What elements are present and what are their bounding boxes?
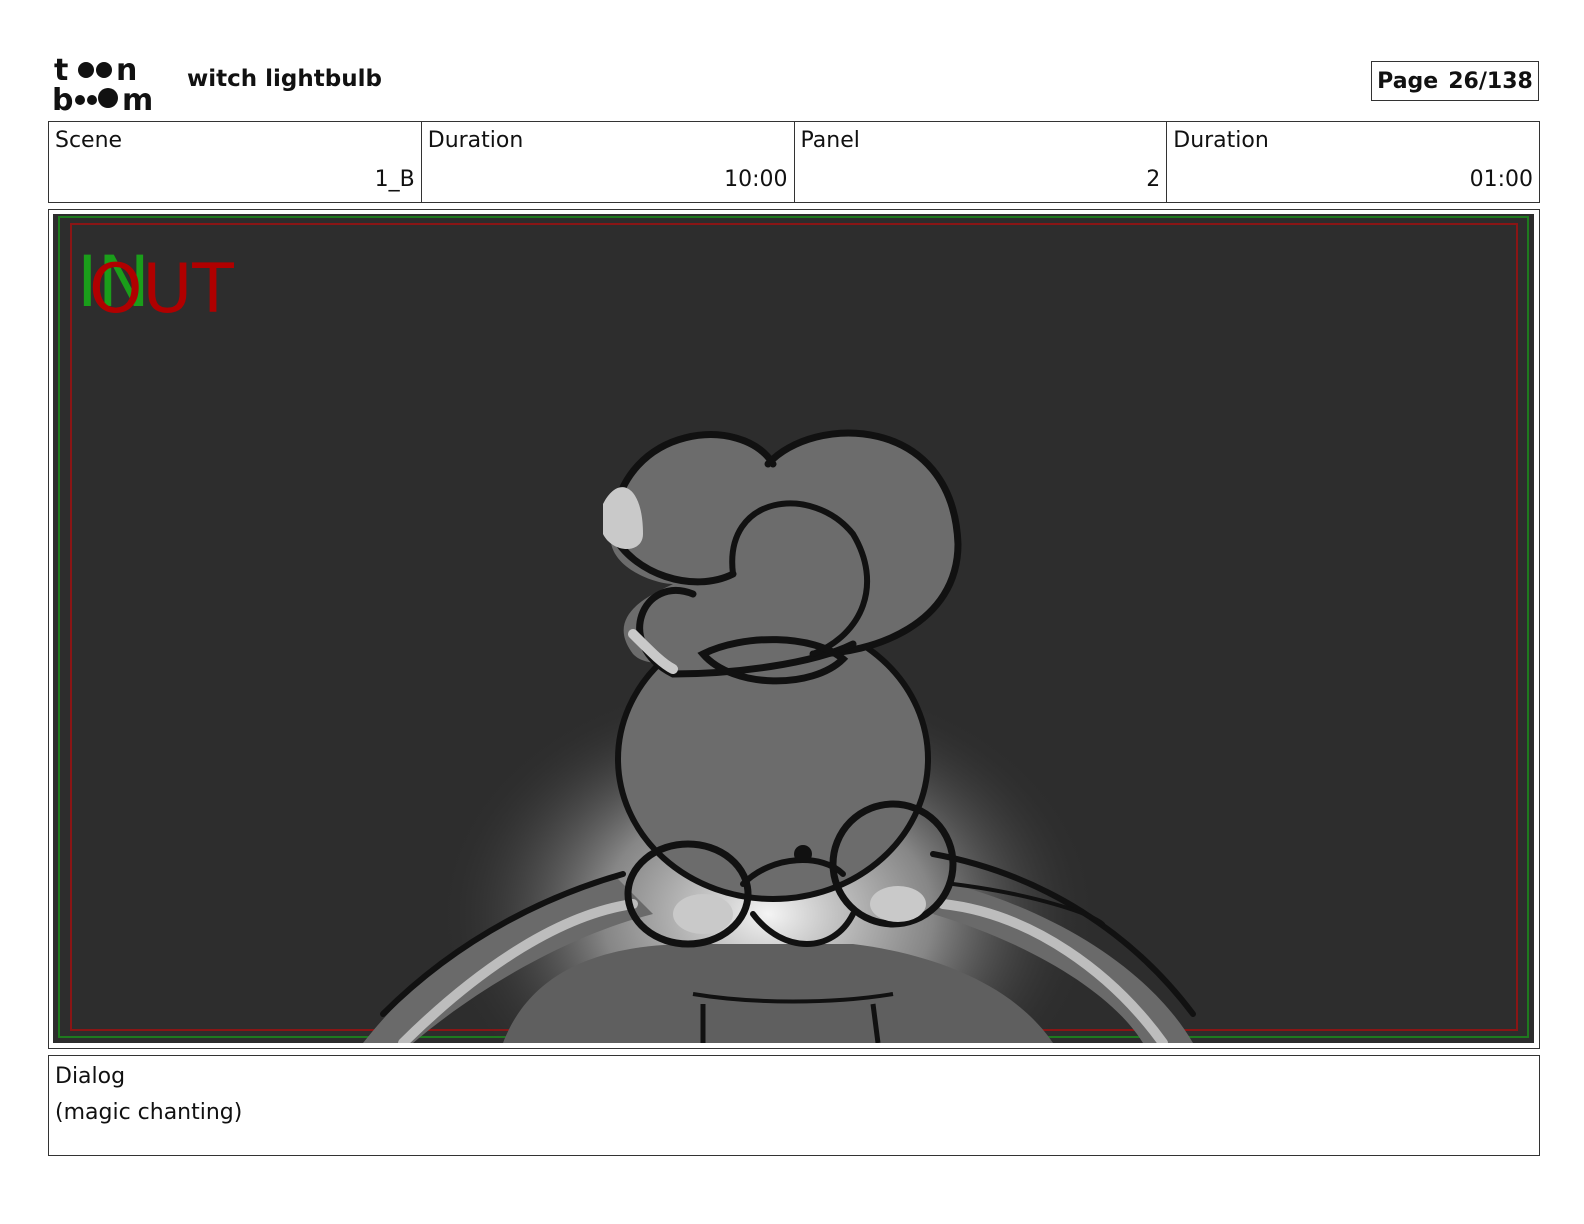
dialog-label: Dialog xyxy=(55,1064,126,1089)
project-title: witch lightbulb xyxy=(187,66,382,92)
dialog-section: Dialog (magic chanting) xyxy=(48,1055,1540,1156)
page-indicator: Page 26/138 xyxy=(1371,61,1539,101)
page-label: Page xyxy=(1377,68,1439,94)
dialog-text: (magic chanting) xyxy=(55,1100,243,1125)
scene-duration-cell: Duration 10:00 xyxy=(422,122,795,202)
scene-duration-value: 10:00 xyxy=(724,167,788,192)
panel-duration-label: Duration xyxy=(1173,128,1269,153)
panel-duration-value: 01:00 xyxy=(1469,167,1533,192)
panel-value: 2 xyxy=(1146,167,1161,192)
toonboom-logo: t n b m xyxy=(52,52,164,118)
info-row: Scene 1_B Duration 10:00 Panel 2 Duratio… xyxy=(48,121,1540,203)
storyboard-panel: IN OUT xyxy=(48,209,1540,1049)
scene-duration-label: Duration xyxy=(427,128,524,153)
svg-text:b: b xyxy=(52,83,73,112)
panel-drawing: IN OUT xyxy=(53,214,1534,1043)
scene-label: Scene xyxy=(55,128,123,153)
scene-cell: Scene 1_B xyxy=(49,122,422,202)
scene-value: 1_B xyxy=(374,167,415,192)
panel-cell: Panel 2 xyxy=(795,122,1168,202)
out-marker: OUT xyxy=(89,250,234,329)
page-number: 26/138 xyxy=(1448,68,1533,94)
panel-duration-cell: Duration 01:00 xyxy=(1167,122,1539,202)
panel-label: Panel xyxy=(800,128,860,153)
svg-text:m: m xyxy=(122,83,153,112)
